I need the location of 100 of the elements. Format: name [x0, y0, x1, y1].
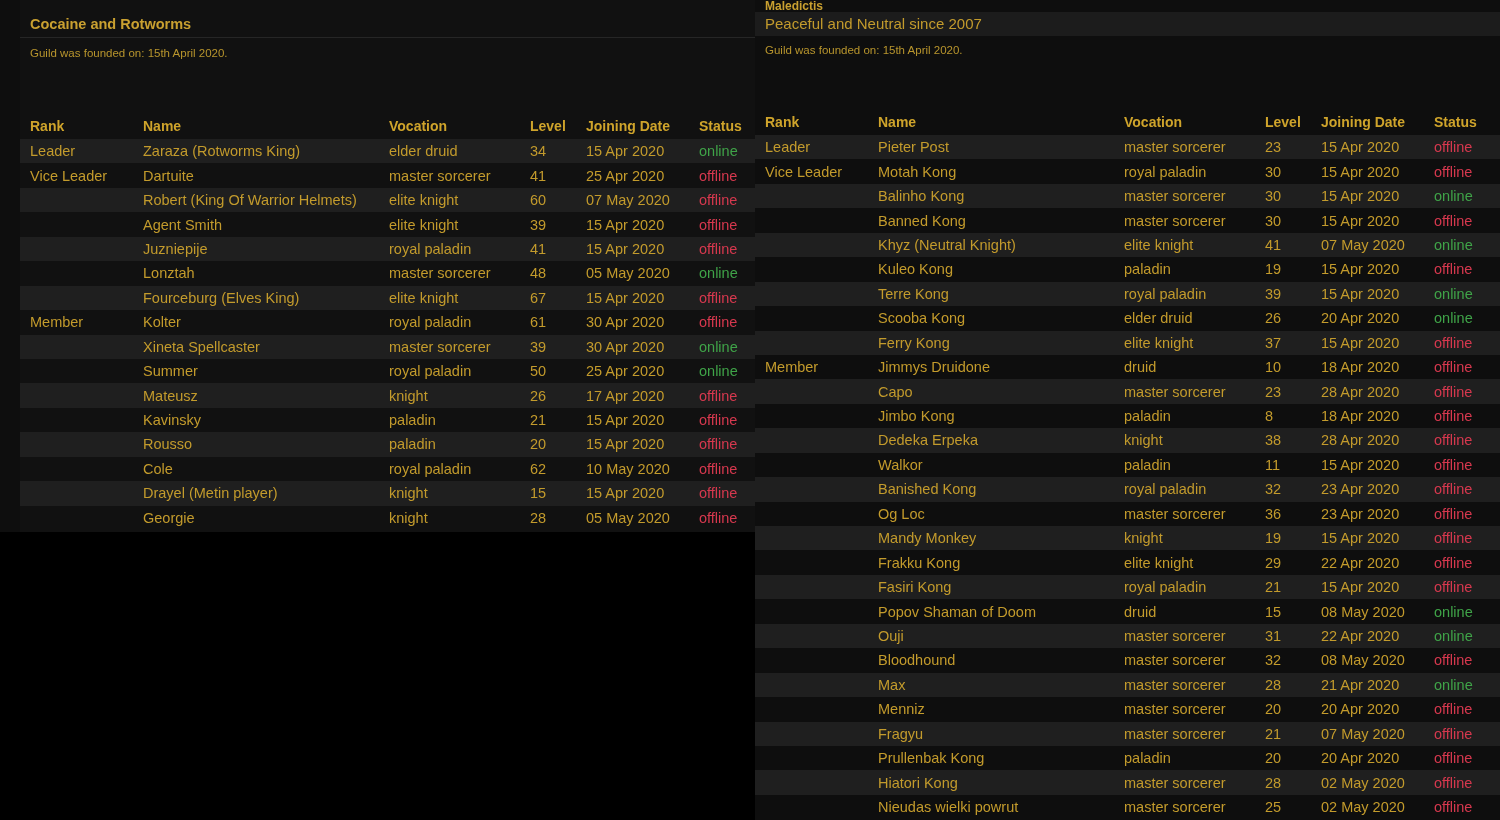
player-name: Cole — [143, 460, 173, 477]
status-cell: online — [1434, 627, 1473, 644]
vocation-cell: master sorcerer — [389, 265, 491, 282]
level-cell: 32 — [1265, 652, 1282, 669]
level-cell: 37 — [1265, 334, 1282, 351]
rank-header: Rank — [29, 118, 66, 134]
level-cell: 10 — [1265, 359, 1282, 376]
joining-date-cell: 23 Apr 2020 — [1321, 481, 1400, 498]
joining-date-cell: 25 Apr 2020 — [586, 363, 665, 380]
rank-cell: Leader — [765, 139, 811, 156]
vocation-cell: master sorcerer — [1124, 627, 1226, 644]
level-cell: 21 — [530, 412, 547, 429]
player-name: Agent Smith — [143, 216, 222, 233]
level-cell: 19 — [1265, 530, 1282, 547]
joining-date-cell: 15 Apr 2020 — [1321, 456, 1400, 473]
joining-date-cell: 15 Apr 2020 — [1321, 334, 1400, 351]
status-cell: offline — [1434, 725, 1473, 742]
guild-title: Cocaine and Rotworms — [20, 12, 755, 38]
status-cell: online — [1434, 603, 1473, 620]
joining-date-cell: 08 May 2020 — [1321, 603, 1405, 620]
joining-date-cell: 15 Apr 2020 — [586, 412, 665, 429]
vocation-cell: knight — [389, 387, 428, 404]
name-header: Name — [877, 114, 918, 130]
joining-date-cell: 20 Apr 2020 — [1321, 750, 1400, 767]
status-cell: online — [699, 265, 738, 282]
level-cell: 26 — [1265, 310, 1282, 327]
joining-date-cell: 22 Apr 2020 — [1321, 554, 1400, 571]
vocation-cell: master sorcerer — [1124, 188, 1226, 205]
vocation-cell: royal paladin — [389, 460, 472, 477]
player-name: Motah Kong — [878, 163, 957, 180]
status-cell: offline — [1434, 750, 1473, 767]
player-name: Dartuite — [143, 167, 194, 184]
joining-date-cell: 17 Apr 2020 — [586, 387, 665, 404]
status-cell: online — [699, 143, 738, 160]
vocation-cell: master sorcerer — [1124, 701, 1226, 718]
status-cell: online — [699, 363, 738, 380]
status-cell: offline — [699, 485, 738, 502]
player-name: Kuleo Kong — [878, 261, 953, 278]
vocation-cell: elite knight — [1124, 554, 1194, 571]
player-name: Ferry Kong — [878, 334, 950, 351]
vocation-cell: paladin — [389, 436, 436, 453]
level-cell: 21 — [1265, 579, 1282, 596]
level-cell: 41 — [530, 167, 547, 184]
level-cell: 41 — [530, 240, 547, 257]
vocation-cell: knight — [1124, 530, 1163, 547]
level-cell: 34 — [530, 143, 547, 160]
status-cell: offline — [1434, 554, 1473, 571]
level-cell: 28 — [1265, 676, 1282, 693]
name-header: Name — [142, 118, 183, 134]
player-name: Terre Kong — [878, 285, 949, 302]
status-cell: offline — [699, 289, 738, 306]
joining-date-cell: 28 Apr 2020 — [1321, 432, 1400, 449]
status-cell: online — [1434, 676, 1473, 693]
player-name: Lonztah — [143, 265, 195, 282]
level-cell: 19 — [1265, 261, 1282, 278]
status-cell: online — [699, 338, 738, 355]
player-name: Mateusz — [143, 387, 198, 404]
joining-date-cell: 15 Apr 2020 — [1321, 261, 1400, 278]
status-cell: offline — [699, 509, 738, 526]
joining-date-cell: 05 May 2020 — [586, 509, 670, 526]
player-name: Fragyu — [878, 725, 924, 742]
level-cell: 48 — [530, 265, 547, 282]
player-name: Nieudas wielki powrut — [878, 799, 1019, 816]
status-cell: offline — [1434, 456, 1473, 473]
joining-date-cell: 21 Apr 2020 — [1321, 676, 1400, 693]
status-cell: offline — [1434, 261, 1473, 278]
player-name: Max — [878, 676, 906, 693]
vocation-cell: elite knight — [389, 192, 459, 209]
status-cell: offline — [1434, 383, 1473, 400]
vocation-cell: master sorcerer — [389, 338, 491, 355]
vocation-cell: paladin — [1124, 750, 1171, 767]
level-cell: 8 — [1265, 408, 1274, 425]
player-name: Jimmys Druidone — [878, 359, 990, 376]
vocation-cell: master sorcerer — [1124, 676, 1226, 693]
status-cell: offline — [1434, 432, 1473, 449]
joining-date-cell: 15 Apr 2020 — [1321, 579, 1400, 596]
level-cell: 15 — [1265, 603, 1282, 620]
vocation-cell: elite knight — [389, 216, 459, 233]
level-cell: 15 — [530, 485, 547, 502]
level-cell: 21 — [1265, 725, 1282, 742]
vocation-cell: knight — [389, 485, 428, 502]
joining-date-cell: 02 May 2020 — [1321, 774, 1405, 791]
joining-date-cell: 30 Apr 2020 — [586, 338, 665, 355]
player-name: Menniz — [878, 701, 925, 718]
joining-date-cell: 07 May 2020 — [586, 192, 670, 209]
player-name: Kolter — [143, 314, 181, 331]
vocation-cell: royal paladin — [389, 314, 472, 331]
guild-title: Maledictis — [764, 0, 825, 12]
status-cell: offline — [1434, 799, 1473, 816]
joining-date-cell: 18 Apr 2020 — [1321, 408, 1400, 425]
status-cell: offline — [699, 240, 738, 257]
status-cell: offline — [699, 216, 738, 233]
status-cell: offline — [699, 387, 738, 404]
joining-date-cell: 15 Apr 2020 — [586, 216, 665, 233]
joining-date-cell: 20 Apr 2020 — [1321, 701, 1400, 718]
status-cell: offline — [699, 460, 738, 477]
status-cell: online — [1434, 188, 1473, 205]
level-cell: 41 — [1265, 236, 1282, 253]
player-name: Bloodhound — [878, 652, 956, 669]
player-name: Ouji — [878, 627, 904, 644]
